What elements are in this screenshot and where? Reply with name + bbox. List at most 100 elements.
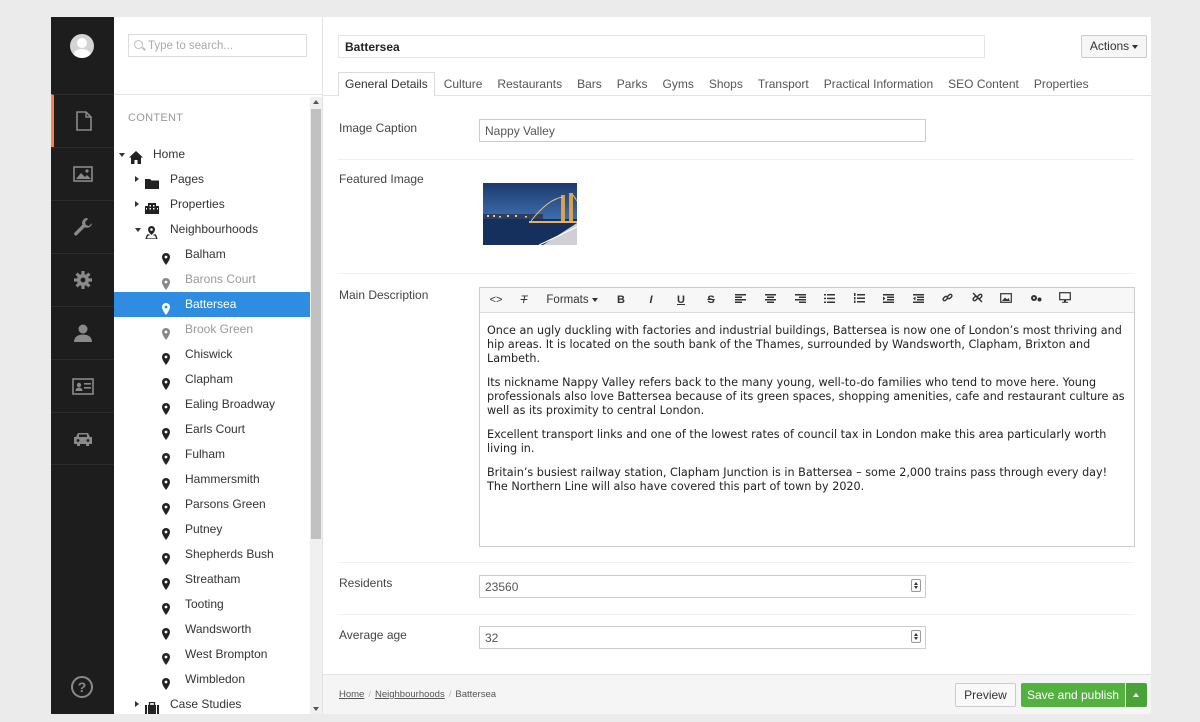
expand-caret-right-icon[interactable] <box>135 201 139 207</box>
actions-button[interactable]: Actions <box>1081 35 1147 58</box>
code-icon[interactable]: <> <box>486 291 506 310</box>
number-spinner-icon[interactable] <box>911 579 921 592</box>
clear-format-icon[interactable]: T <box>514 291 534 310</box>
tab-parks[interactable]: Parks <box>611 72 654 96</box>
tree-node-shepherds-bush[interactable]: Shepherds Bush <box>114 542 310 567</box>
section-media[interactable] <box>51 147 114 200</box>
tree-node-properties[interactable]: Properties <box>114 192 310 217</box>
breadcrumb-home[interactable]: Home <box>339 689 364 700</box>
underline-icon[interactable]: U <box>671 291 691 310</box>
align-center-icon[interactable] <box>760 291 780 310</box>
embed-icon[interactable] <box>1055 291 1075 310</box>
expand-caret-right-icon[interactable] <box>135 176 139 182</box>
tree-node-case-studies[interactable]: Case Studies <box>114 692 310 714</box>
average-age-label: Average age <box>339 628 407 642</box>
save-and-publish-button[interactable]: Save and publish <box>1021 683 1125 707</box>
rte-paragraph: Excellent transport links and one of the… <box>487 428 1107 455</box>
tree-node-barons-court[interactable]: Barons Court <box>114 267 310 292</box>
indent-icon[interactable] <box>908 291 928 310</box>
breadcrumb-neighbourhoods[interactable]: Neighbourhoods <box>375 689 445 700</box>
section-members[interactable] <box>51 359 114 412</box>
tree-node-ealing-broadway[interactable]: Ealing Broadway <box>114 392 310 417</box>
macro-icon[interactable] <box>1026 291 1046 310</box>
rte-content[interactable]: Once an ugly duckling with factories and… <box>487 324 1129 504</box>
tree-node-earls-court[interactable]: Earls Court <box>114 417 310 442</box>
tree-node-label: Hammersmith <box>185 472 260 486</box>
italic-icon[interactable]: I <box>641 291 661 310</box>
tree-node-label: Tooting <box>185 597 224 611</box>
tree-node-fulham[interactable]: Fulham <box>114 442 310 467</box>
bold-icon[interactable]: B <box>611 291 631 310</box>
scroll-up-arrow-icon[interactable] <box>313 100 319 104</box>
tree-node-hammersmith[interactable]: Hammersmith <box>114 467 310 492</box>
section-developer[interactable] <box>51 200 114 253</box>
outdent-icon[interactable] <box>878 291 898 310</box>
unlink-icon[interactable] <box>967 291 987 310</box>
tree-node-clapham[interactable]: Clapham <box>114 367 310 392</box>
node-name-input[interactable] <box>338 35 985 58</box>
editor-tabs: General Details Culture Restaurants Bars Par… <box>338 72 1098 97</box>
align-left-icon[interactable] <box>730 291 750 310</box>
image-caption-label: Image Caption <box>339 121 418 135</box>
tree-node-neighbourhoods[interactable]: Neighbourhoods <box>114 217 310 242</box>
bullet-list-icon[interactable] <box>819 291 839 310</box>
tree-node-pages[interactable]: Pages <box>114 167 310 192</box>
tree-node-balham[interactable]: Balham <box>114 242 310 267</box>
tab-transport[interactable]: Transport <box>752 72 815 96</box>
expand-caret-down-icon[interactable] <box>119 153 125 157</box>
tree-scrollbar[interactable] <box>310 97 322 714</box>
tree-node-wandsworth[interactable]: Wandsworth <box>114 617 310 642</box>
publish-options-caret-icon[interactable] <box>1126 683 1147 707</box>
formats-dropdown[interactable]: Formats <box>543 291 601 310</box>
rich-text-editor[interactable]: <> T Formats B I U S Once an ugly duckli… <box>479 287 1135 547</box>
tree-node-home[interactable]: Home <box>114 142 310 167</box>
tab-general-details[interactable]: General Details <box>338 72 435 97</box>
tree-search-input[interactable] <box>148 37 303 54</box>
tab-restaurants[interactable]: Restaurants <box>491 72 568 96</box>
tab-practical-information[interactable]: Practical Information <box>818 72 939 96</box>
scroll-thumb[interactable] <box>311 109 321 539</box>
tree-node-chiswick[interactable]: Chiswick <box>114 342 310 367</box>
residents-label: Residents <box>339 576 393 590</box>
help-icon[interactable]: ? <box>71 676 93 698</box>
section-content[interactable] <box>51 94 114 147</box>
tree-node-battersea[interactable]: Battersea <box>114 292 310 317</box>
featured-image-label: Featured Image <box>339 172 424 186</box>
scroll-down-arrow-icon[interactable] <box>313 707 319 711</box>
tree-node-wimbledon[interactable]: Wimbledon <box>114 667 310 692</box>
tab-shops[interactable]: Shops <box>703 72 749 96</box>
align-right-icon[interactable] <box>790 291 810 310</box>
preview-button[interactable]: Preview <box>955 683 1016 707</box>
featured-image-thumbnail[interactable] <box>483 183 577 245</box>
expand-caret-right-icon[interactable] <box>135 701 139 707</box>
formats-label: Formats <box>546 294 589 306</box>
tree-node-parsons-green[interactable]: Parsons Green <box>114 492 310 517</box>
residents-input[interactable] <box>479 575 926 598</box>
section-users[interactable] <box>51 306 114 359</box>
tab-bars[interactable]: Bars <box>571 72 608 96</box>
tree-node-tooting[interactable]: Tooting <box>114 592 310 617</box>
tab-properties[interactable]: Properties <box>1028 72 1095 96</box>
expand-caret-down-icon[interactable] <box>135 228 141 232</box>
numbered-list-icon[interactable] <box>849 291 869 310</box>
user-avatar[interactable] <box>70 34 94 58</box>
tree-node-putney[interactable]: Putney <box>114 517 310 542</box>
section-settings[interactable] <box>51 253 114 306</box>
image-caption-input[interactable] <box>479 119 926 142</box>
tree-node-brook-green[interactable]: Brook Green <box>114 317 310 342</box>
tab-culture[interactable]: Culture <box>438 72 489 96</box>
insert-image-icon[interactable] <box>996 291 1016 310</box>
tab-gyms[interactable]: Gyms <box>656 72 699 96</box>
average-age-input[interactable] <box>479 626 926 649</box>
tree-node-streatham[interactable]: Streatham <box>114 567 310 592</box>
strikethrough-icon[interactable]: S <box>701 291 721 310</box>
section-commerce[interactable] <box>51 412 114 465</box>
tree-search-box[interactable] <box>128 34 307 57</box>
link-icon[interactable] <box>937 291 957 310</box>
tree-node-west-brompton[interactable]: West Brompton <box>114 642 310 667</box>
tree-node-label: Battersea <box>185 297 237 311</box>
number-spinner-icon[interactable] <box>911 630 921 643</box>
tab-seo-content[interactable]: SEO Content <box>942 72 1025 96</box>
document-icon <box>76 111 92 131</box>
gear-icon <box>73 271 92 289</box>
